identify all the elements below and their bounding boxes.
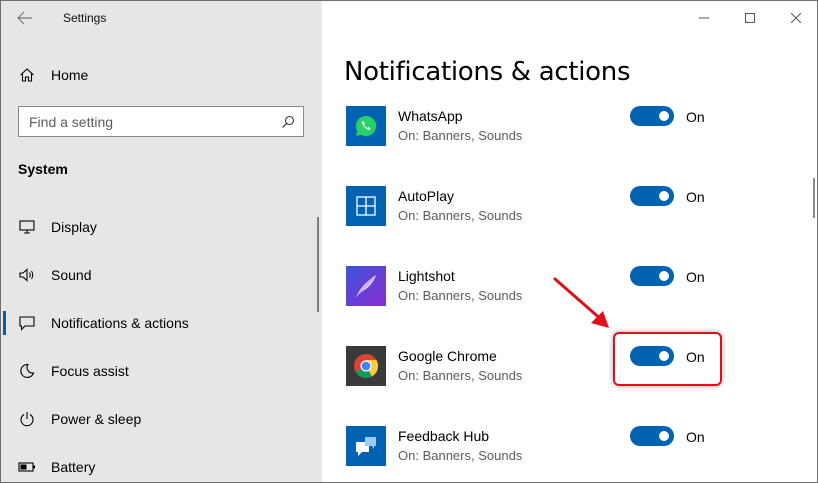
app-name: Feedback Hub (398, 428, 490, 444)
feedback-hub-icon (346, 426, 386, 466)
search-placeholder: Find a setting (29, 113, 114, 130)
close-icon (791, 13, 801, 23)
sidebar-item-power-sleep[interactable]: Power & sleep (1, 395, 322, 443)
maximize-icon (745, 13, 755, 23)
section-title: System (18, 161, 68, 177)
app-status: On: Banners, Sounds (398, 208, 523, 223)
main-content: Notifications & actions WhatsApp On: Ban… (322, 1, 817, 482)
notification-icon (3, 315, 51, 331)
sidebar-item-label: Notifications & actions (51, 315, 189, 331)
feedback-hub-toggle[interactable] (630, 426, 674, 446)
whatsapp-icon (346, 106, 386, 146)
app-status: On: Banners, Sounds (398, 128, 523, 143)
maximize-button[interactable] (727, 1, 773, 35)
sidebar-scrollbar[interactable] (317, 217, 319, 312)
lightshot-toggle[interactable] (630, 266, 674, 286)
chrome-icon (346, 346, 386, 386)
app-name: Google Chrome (398, 348, 497, 364)
autoplay-icon (346, 186, 386, 226)
home-icon (3, 67, 51, 83)
annotation-highlight-box (613, 332, 722, 386)
lightshot-feather-icon (346, 266, 386, 306)
app-row-whatsapp: WhatsApp On: Banners, Sounds On (346, 106, 816, 186)
power-icon (3, 411, 51, 427)
sidebar-item-label: Display (51, 219, 97, 235)
sidebar-item-notifications[interactable]: Notifications & actions (1, 299, 322, 347)
search-input[interactable]: Find a setting (18, 106, 304, 137)
sidebar-item-label: Power & sleep (51, 411, 142, 427)
moon-icon (3, 363, 51, 379)
minimize-button[interactable] (681, 1, 727, 35)
app-name: WhatsApp (398, 108, 463, 124)
sidebar-item-battery[interactable]: Battery (1, 443, 322, 482)
battery-icon (3, 462, 51, 472)
toggle-state-label: On (686, 109, 705, 125)
title-bar: Settings (1, 1, 322, 35)
speaker-icon (3, 268, 51, 282)
app-row-google-chrome: Google Chrome On: Banners, Sounds On (346, 346, 816, 426)
sidebar-item-display[interactable]: Display (1, 203, 322, 251)
settings-window: Settings Home Find a setting System Disp… (0, 0, 818, 483)
window-title: Settings (63, 11, 107, 25)
app-row-autoplay: AutoPlay On: Banners, Sounds On (346, 186, 816, 266)
back-arrow-icon (17, 11, 32, 25)
annotation-arrow-icon (553, 277, 609, 328)
app-name: AutoPlay (398, 188, 455, 204)
sidebar-item-label: Sound (51, 267, 92, 283)
toggle-state-label: On (686, 189, 705, 205)
app-status: On: Banners, Sounds (398, 448, 523, 463)
toggle-state-label: On (686, 269, 705, 285)
app-row-feedback-hub: Feedback Hub On: Banners, Sounds On (346, 426, 816, 482)
autoplay-toggle[interactable] (630, 186, 674, 206)
content-scrollbar[interactable] (813, 178, 815, 218)
whatsapp-toggle[interactable] (630, 106, 674, 126)
app-status: On: Banners, Sounds (398, 288, 523, 303)
home-label: Home (51, 67, 89, 83)
app-name: Lightshot (398, 268, 455, 284)
search-icon[interactable] (273, 115, 303, 129)
sidebar-item-focus-assist[interactable]: Focus assist (1, 347, 322, 395)
sidebar-item-label: Focus assist (51, 363, 129, 379)
monitor-icon (3, 220, 51, 234)
sidebar-nav: Display Sound Notifications & actions Fo… (1, 203, 322, 482)
sidebar-item-label: Battery (51, 459, 96, 475)
sidebar-item-sound[interactable]: Sound (1, 251, 322, 299)
minimize-icon (699, 17, 709, 19)
caption-buttons (681, 1, 817, 35)
back-button[interactable] (1, 1, 49, 35)
toggle-state-label: On (686, 429, 705, 445)
close-button[interactable] (773, 1, 817, 35)
page-title: Notifications & actions (344, 57, 631, 87)
sidebar: Settings Home Find a setting System Disp… (1, 1, 322, 482)
home-nav-item[interactable]: Home (1, 59, 322, 91)
app-status: On: Banners, Sounds (398, 368, 523, 383)
